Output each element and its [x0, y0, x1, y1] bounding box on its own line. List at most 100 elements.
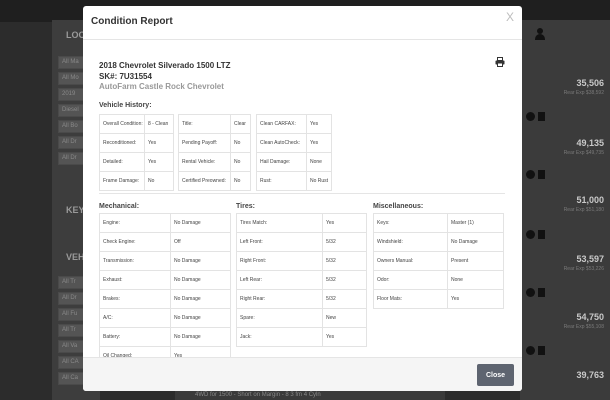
table-row: Brakes: No Damage — [99, 289, 231, 309]
modal-footer: Close — [83, 357, 522, 391]
document-icon[interactable] — [538, 170, 545, 179]
info-icon[interactable] — [526, 170, 535, 179]
listing-sub: Rear Exp $55,108 — [563, 324, 604, 330]
mechanical-label: Engine: — [99, 213, 171, 233]
history-label: Overall Condition: — [99, 114, 145, 134]
document-icon[interactable] — [538, 346, 545, 355]
tires-label: Left Rear: — [236, 270, 323, 290]
table-row: Certified Preowned: No — [178, 171, 251, 191]
modal-header: Condition Report X — [83, 6, 522, 40]
listing-price: 35,506 — [576, 78, 604, 88]
listing-price: 53,597 — [576, 254, 604, 264]
misc-value: Master (1) — [447, 213, 504, 233]
history-value: No — [230, 171, 251, 191]
info-icon[interactable] — [526, 230, 535, 239]
history-label: Title: — [178, 114, 231, 134]
misc-label: Floor Mats: — [373, 289, 448, 309]
user-icon[interactable] — [535, 28, 545, 40]
history-value: Clear — [230, 114, 251, 134]
table-row: Windshield: No Damage — [373, 232, 504, 252]
condition-report-modal: Condition Report X 2018 Chevrolet Silver… — [83, 6, 522, 391]
history-label: Rental Vehicle: — [178, 152, 231, 172]
vehicle-history-title: Vehicle History: — [99, 102, 152, 109]
mechanical-value: No Damage — [170, 308, 231, 328]
misc-label: Owners Manual: — [373, 251, 448, 271]
history-value: No Rust — [306, 171, 332, 191]
table-row: Oil Changed: Yes — [99, 346, 231, 357]
misc-label: Keys: — [373, 213, 448, 233]
table-row: Battery: No Damage — [99, 327, 231, 347]
close-button[interactable]: Close — [477, 364, 514, 386]
table-row: Frame Damage: No — [99, 171, 174, 191]
listing-price: 54,750 — [576, 312, 604, 322]
results-list: 35,506 Rear Exp $38,592 49,135 Rear Exp … — [520, 20, 610, 400]
history-value: Yes — [144, 152, 174, 172]
document-icon[interactable] — [538, 112, 545, 121]
listing-sub: Rear Exp $38,592 — [563, 90, 604, 96]
listing-description: 4WD for 1500 - Short on Margin - 8 3 fm … — [175, 390, 445, 400]
misc-value: None — [447, 270, 504, 290]
mechanical-label: Brakes: — [99, 289, 171, 309]
close-icon[interactable]: X — [506, 10, 514, 24]
tires-title: Tires: — [236, 203, 255, 210]
listing-sub: Rear Exp $51,180 — [563, 207, 604, 213]
mechanical-title: Mechanical: — [99, 203, 140, 210]
tires-value: 5/32 — [322, 251, 367, 271]
table-row: Right Front: 5/32 — [236, 251, 367, 271]
table-row: Spare: New — [236, 308, 367, 328]
info-icon[interactable] — [526, 288, 535, 297]
table-row: Hail Damage: None — [256, 152, 332, 172]
history-label: Certified Preowned: — [178, 171, 231, 191]
table-row: Exhaust: No Damage — [99, 270, 231, 290]
print-icon[interactable] — [495, 57, 505, 67]
mechanical-table: Engine: No Damage Check Engine: Off Transm… — [99, 213, 231, 357]
mechanical-value: No Damage — [170, 289, 231, 309]
info-icon[interactable] — [526, 346, 535, 355]
tires-value: Yes — [322, 213, 367, 233]
history-value: Yes — [144, 133, 174, 153]
misc-value: Yes — [447, 289, 504, 309]
table-row: Check Engine: Off — [99, 232, 231, 252]
table-row: Engine: No Damage — [99, 213, 231, 233]
history-label: Detailed: — [99, 152, 145, 172]
table-row: A/C: No Damage — [99, 308, 231, 328]
history-label: Clean AutoCheck: — [256, 133, 307, 153]
table-row: Left Rear: 5/32 — [236, 270, 367, 290]
vehicle-sku: SK#: 7U31554 — [99, 72, 152, 81]
table-row: Transmission: No Damage — [99, 251, 231, 271]
history-label: Hail Damage: — [256, 152, 307, 172]
vehicle-heading: VEH — [66, 252, 85, 262]
history-value: 8 - Clean — [144, 114, 174, 134]
history-table-1: Overall Condition: 8 - Clean Reconditione… — [99, 114, 174, 191]
keyword-heading: KEY — [66, 205, 85, 215]
tires-label: Right Front: — [236, 251, 323, 271]
document-icon[interactable] — [538, 230, 545, 239]
tires-value: New — [322, 308, 367, 328]
table-row: Reconditioned: Yes — [99, 133, 174, 153]
history-value: No — [230, 133, 251, 153]
history-label: Pending Payoff: — [178, 133, 231, 153]
misc-label: Windshield: — [373, 232, 448, 252]
info-icon[interactable] — [526, 112, 535, 121]
misc-label: Odor: — [373, 270, 448, 290]
table-row: Owners Manual: Present — [373, 251, 504, 271]
document-icon[interactable] — [538, 288, 545, 297]
listing-price: 49,135 — [576, 138, 604, 148]
mechanical-value: No Damage — [170, 213, 231, 233]
mechanical-value: No Damage — [170, 327, 231, 347]
history-label: Reconditioned: — [99, 133, 145, 153]
history-value: Yes — [306, 133, 332, 153]
table-row: Odor: None — [373, 270, 504, 290]
tires-label: Right Rear: — [236, 289, 323, 309]
table-row: Pending Payoff: No — [178, 133, 251, 153]
mechanical-label: Check Engine: — [99, 232, 171, 252]
listing-price: 39,763 — [576, 370, 604, 380]
history-label: Rust: — [256, 171, 307, 191]
tires-label: Jack: — [236, 327, 323, 347]
mechanical-value: Yes — [170, 346, 231, 357]
history-value: Yes — [306, 114, 332, 134]
table-row: Detailed: Yes — [99, 152, 174, 172]
table-row: Keys: Master (1) — [373, 213, 504, 233]
history-table-3: Clean CARFAX: Yes Clean AutoCheck: Yes Hai… — [256, 114, 332, 191]
table-row: Clean CARFAX: Yes — [256, 114, 332, 134]
